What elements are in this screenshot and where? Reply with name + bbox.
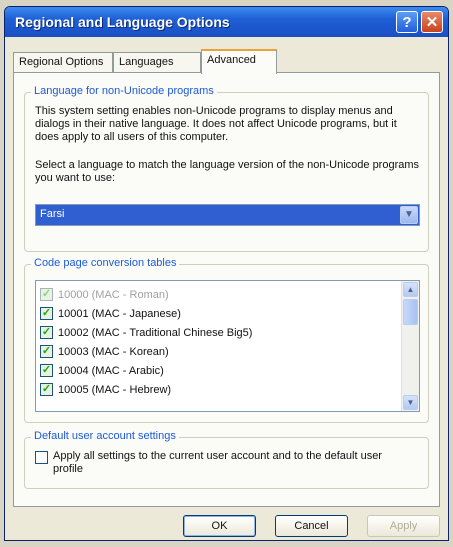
close-button[interactable]: ✕ — [421, 11, 443, 33]
apply-button[interactable]: Apply — [367, 515, 440, 537]
ok-button[interactable]: OK — [183, 515, 256, 537]
title-bar[interactable]: Regional and Language Options ? ✕ — [5, 7, 448, 37]
list-item-label: 10002 (MAC - Traditional Chinese Big5) — [58, 327, 253, 339]
checkbox-checked-icon[interactable]: ✓ — [40, 383, 53, 396]
checkbox-checked-icon[interactable]: ✓ — [40, 345, 53, 358]
scroll-thumb[interactable] — [403, 299, 418, 325]
list-item-label: 10004 (MAC - Arabic) — [58, 365, 164, 377]
non-unicode-legend: Language for non-Unicode programs — [31, 85, 217, 97]
advanced-tab-panel: Language for non-Unicode programs This s… — [13, 72, 440, 507]
default-user-group: Default user account settings Apply all … — [24, 430, 429, 489]
tab-regional-options[interactable]: Regional Options — [13, 52, 113, 72]
tab-languages[interactable]: Languages — [113, 52, 201, 72]
checkbox-checked-icon[interactable]: ✓ — [40, 307, 53, 320]
cancel-button[interactable]: Cancel — [275, 515, 348, 537]
list-item-label: 10001 (MAC - Japanese) — [58, 308, 181, 320]
default-user-legend: Default user account settings — [31, 430, 179, 442]
list-scrollbar[interactable]: ▲ ▼ — [401, 281, 419, 411]
list-item-label: 10000 (MAC - Roman) — [58, 289, 169, 301]
apply-settings-checkbox[interactable] — [35, 451, 48, 464]
language-select-value: Farsi — [40, 208, 65, 220]
window-title: Regional and Language Options — [15, 14, 230, 30]
checkbox-checked-icon[interactable]: ✓ — [40, 364, 53, 377]
scroll-up-icon[interactable]: ▲ — [403, 282, 418, 297]
checkbox-checked-icon[interactable]: ✓ — [40, 326, 53, 339]
non-unicode-group: Language for non-Unicode programs This s… — [24, 85, 429, 252]
dialog-window: Regional and Language Options ? ✕ Region… — [4, 6, 449, 541]
select-language-prompt: Select a language to match the language … — [35, 159, 420, 184]
non-unicode-description: This system setting enables non-Unicode … — [35, 105, 397, 143]
list-item-label: 10005 (MAC - Hebrew) — [58, 384, 172, 396]
chevron-down-icon[interactable]: ▼ — [400, 206, 418, 224]
code-page-list[interactable]: ✓ 10000 (MAC - Roman) ✓ 10001 (MAC - Jap… — [35, 280, 420, 412]
checkbox-checked-icon[interactable]: ✓ — [40, 288, 53, 301]
help-button[interactable]: ? — [396, 11, 418, 33]
tab-advanced[interactable]: Advanced — [201, 49, 277, 74]
scroll-down-icon[interactable]: ▼ — [403, 395, 418, 410]
code-page-group: Code page conversion tables ✓ 10000 (MAC… — [24, 257, 429, 423]
code-page-legend: Code page conversion tables — [31, 257, 180, 269]
apply-settings-label[interactable]: Apply all settings to the current user a… — [53, 450, 413, 476]
language-select[interactable]: Farsi ▼ — [35, 204, 420, 226]
list-item-label: 10003 (MAC - Korean) — [58, 346, 169, 358]
